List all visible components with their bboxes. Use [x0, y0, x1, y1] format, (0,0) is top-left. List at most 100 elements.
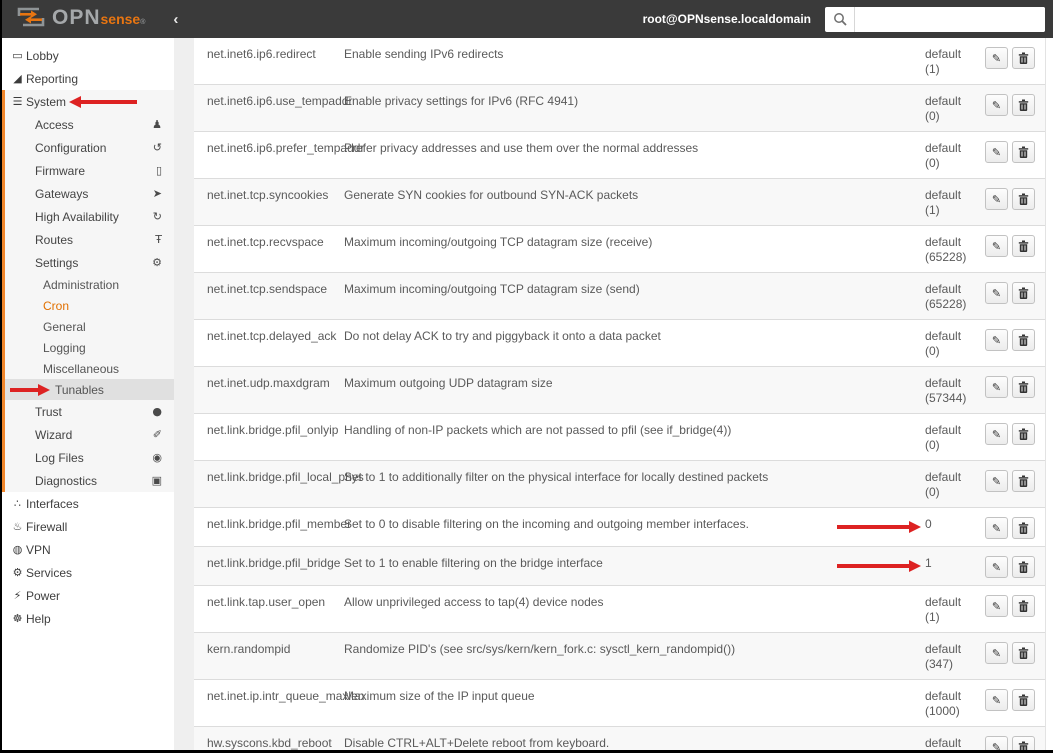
tunable-value: default (1) — [925, 47, 962, 76]
sidebar-item-logging[interactable]: Logging — [5, 337, 174, 358]
search-input[interactable] — [855, 6, 1045, 32]
delete-button[interactable] — [1012, 235, 1035, 257]
sidebar-item-cron[interactable]: Cron — [5, 295, 174, 316]
sidebar-item-wizard[interactable]: Wizard ✐ — [5, 423, 174, 446]
delete-button[interactable] — [1012, 689, 1035, 711]
sidebar-item-power[interactable]: ⚡ Power — [2, 584, 174, 607]
pencil-icon: ✎ — [991, 380, 1002, 394]
trash-icon — [1018, 600, 1029, 612]
edit-button[interactable]: ✎ — [985, 235, 1008, 257]
tunable-description: Set to 0 to disable filtering on the inc… — [344, 517, 749, 531]
sidebar-item-gateways[interactable]: Gateways ➤ — [5, 182, 174, 205]
laptop-icon: ▭ — [12, 49, 23, 62]
trash-icon — [1018, 193, 1029, 205]
sidebar-item-general[interactable]: General — [5, 316, 174, 337]
sidebar-item-trust[interactable]: Trust ● — [5, 400, 174, 423]
sidebar-item-firmware[interactable]: Firmware ▯ — [5, 159, 174, 182]
edit-button[interactable]: ✎ — [985, 595, 1008, 617]
sidebar-item-label: Power — [26, 588, 61, 603]
tunable-description: Set to 1 to additionally filter on the p… — [344, 470, 769, 484]
edit-button[interactable]: ✎ — [985, 94, 1008, 116]
sidebar-item-diagnostics[interactable]: Diagnostics ▣ — [5, 469, 174, 492]
delete-button[interactable] — [1012, 470, 1035, 492]
tunable-name: net.link.bridge.pfil_onlyip — [207, 423, 339, 437]
edit-button[interactable]: ✎ — [985, 141, 1008, 163]
certificate-icon: ● — [152, 405, 162, 418]
sidebar-item-high-availability[interactable]: High Availability ↻ — [5, 205, 174, 228]
users-icon: ♟ — [152, 118, 162, 131]
table-row: net.link.bridge.pfil_member Set to 0 to … — [194, 508, 1045, 547]
trash-icon — [1018, 381, 1029, 393]
delete-button[interactable] — [1012, 329, 1035, 351]
pencil-icon: ✎ — [991, 740, 1002, 751]
delete-button[interactable] — [1012, 423, 1035, 445]
tunable-value: default (0) — [925, 423, 962, 452]
edit-button[interactable]: ✎ — [985, 376, 1008, 398]
edit-button[interactable]: ✎ — [985, 423, 1008, 445]
delete-button[interactable] — [1012, 556, 1035, 578]
global-search[interactable] — [825, 6, 1045, 32]
delete-button[interactable] — [1012, 188, 1035, 210]
sidebar-item-system[interactable]: ☰ System — [5, 90, 174, 113]
edit-button[interactable]: ✎ — [985, 517, 1008, 539]
tunable-value: default (1000) — [925, 689, 962, 718]
sidebar-item-administration[interactable]: Administration — [5, 274, 174, 295]
tunable-value: default (1) — [925, 595, 962, 624]
sidebar-item-tunables[interactable]: Tunables — [5, 379, 174, 400]
sidebar-item-settings[interactable]: Settings ⚙ — [5, 251, 174, 274]
sidebar-item-routes[interactable]: Routes Ŧ — [5, 228, 174, 251]
edit-button[interactable]: ✎ — [985, 282, 1008, 304]
sidebar-item-label: Settings — [35, 255, 79, 270]
sidebar-item-label: Cron — [43, 298, 70, 313]
sidebar-item-interfaces[interactable]: ∴ Interfaces — [2, 492, 174, 515]
pencil-icon: ✎ — [991, 693, 1002, 707]
sidebar-item-lobby[interactable]: ▭ Lobby — [2, 44, 174, 67]
sidebar-item-firewall[interactable]: ♨ Firewall — [2, 515, 174, 538]
edit-button[interactable]: ✎ — [985, 329, 1008, 351]
annotation-arrow — [10, 383, 50, 396]
edit-button[interactable]: ✎ — [985, 642, 1008, 664]
sidebar-item-label: Reporting — [26, 71, 79, 86]
edit-button[interactable]: ✎ — [985, 188, 1008, 210]
tunable-name: net.inet6.ip6.use_tempaddr — [207, 94, 353, 108]
delete-button[interactable] — [1012, 94, 1035, 116]
tunable-name: net.inet.tcp.recvspace — [207, 235, 324, 249]
sidebar-item-label: Log Files — [35, 450, 84, 465]
sidebar-collapse-toggle[interactable]: ‹ — [173, 11, 178, 28]
sidebar-item-services[interactable]: ⚙ Services — [2, 561, 174, 584]
tunable-description: Maximum outgoing UDP datagram size — [344, 376, 553, 390]
delete-button[interactable] — [1012, 517, 1035, 539]
delete-button[interactable] — [1012, 642, 1035, 664]
delete-button[interactable] — [1012, 282, 1035, 304]
tunable-name: net.inet.udp.maxdgram — [207, 376, 330, 390]
delete-button[interactable] — [1012, 141, 1035, 163]
pencil-icon: ✎ — [991, 333, 1002, 347]
edit-button[interactable]: ✎ — [985, 556, 1008, 578]
pencil-icon: ✎ — [991, 98, 1002, 112]
opnsense-logo-icon — [16, 6, 46, 33]
delete-button[interactable] — [1012, 376, 1035, 398]
plug-icon: ⚡ — [13, 589, 22, 602]
sidebar-item-miscellaneous[interactable]: Miscellaneous — [5, 358, 174, 379]
sidebar-item-reporting[interactable]: ◢ Reporting — [2, 67, 174, 90]
opnsense-logo[interactable]: OPN sense ® — [16, 6, 145, 33]
sidebar-item-configuration[interactable]: Configuration ↺ — [5, 136, 174, 159]
delete-button[interactable] — [1012, 47, 1035, 69]
edit-button[interactable]: ✎ — [985, 736, 1008, 750]
table-row: net.inet6.ip6.prefer_tempaddr Prefer pri… — [194, 132, 1045, 179]
tunable-name: net.link.tap.user_open — [207, 595, 326, 609]
tunable-name: hw.syscons.kbd_reboot — [207, 736, 332, 750]
delete-button[interactable] — [1012, 595, 1035, 617]
edit-button[interactable]: ✎ — [985, 689, 1008, 711]
trash-icon — [1018, 287, 1029, 299]
scrollbar-track[interactable] — [1045, 38, 1053, 750]
sidebar-item-log-files[interactable]: Log Files ◉ — [5, 446, 174, 469]
sidebar-item-vpn[interactable]: ◍ VPN — [2, 538, 174, 561]
delete-button[interactable] — [1012, 736, 1035, 750]
sidebar-item-help[interactable]: ☸ Help — [2, 607, 174, 630]
trash-icon — [1018, 146, 1029, 158]
logged-in-user: root@OPNsense.localdomain — [642, 12, 811, 26]
edit-button[interactable]: ✎ — [985, 470, 1008, 492]
edit-button[interactable]: ✎ — [985, 47, 1008, 69]
sidebar-item-access[interactable]: Access ♟ — [5, 113, 174, 136]
